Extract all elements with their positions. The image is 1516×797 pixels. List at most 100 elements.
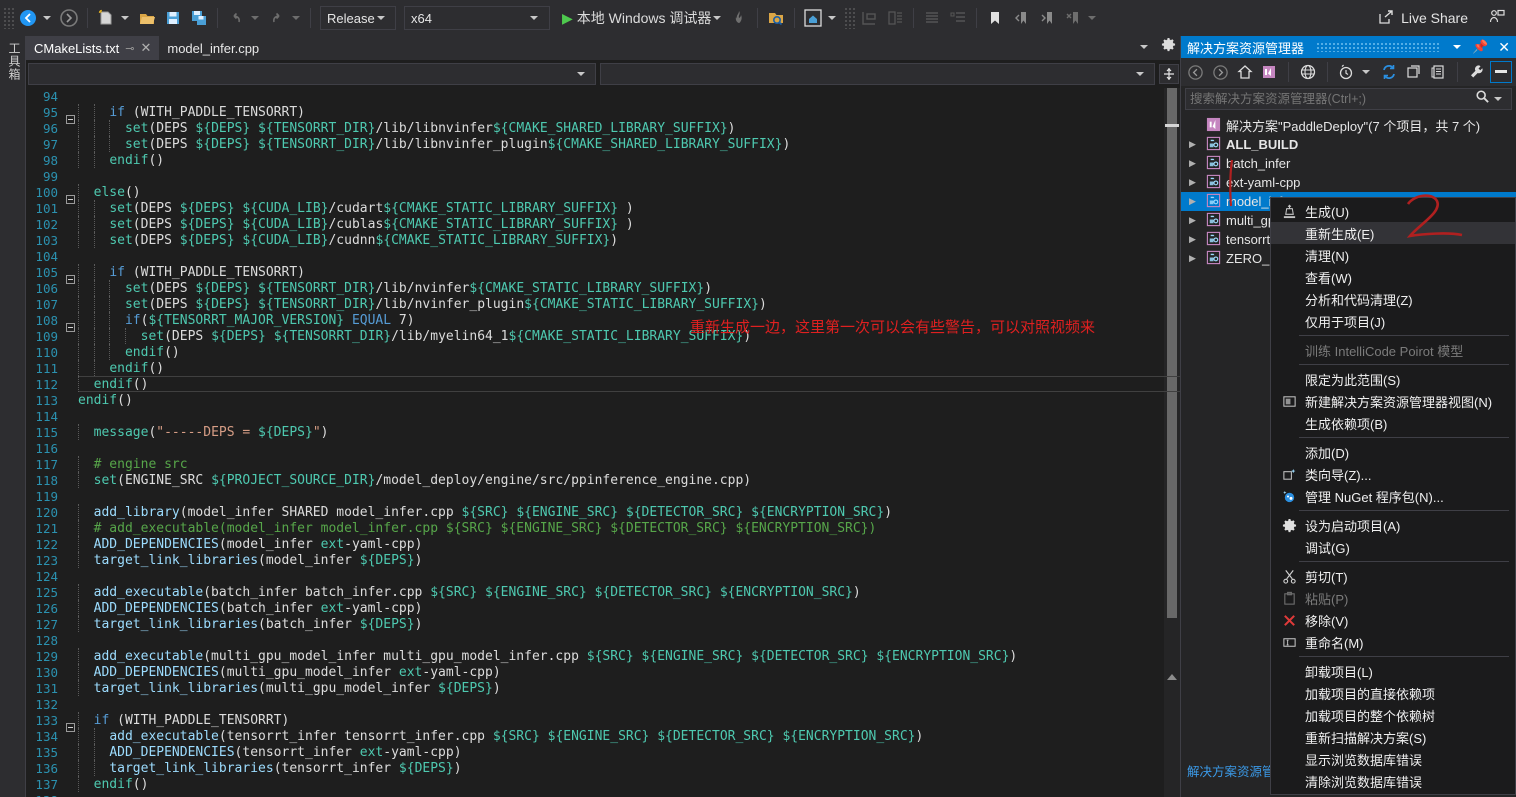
code-line[interactable]: 111 endif() [26,360,1180,376]
save-button[interactable] [160,5,186,31]
search-input[interactable] [1190,92,1448,106]
undo-button[interactable] [223,5,249,31]
code-line[interactable]: 119 [26,488,1180,504]
redo-button[interactable] [264,5,290,31]
context-menu-item[interactable]: 查看(W) [1271,266,1515,288]
properties-wrench-icon[interactable] [1466,61,1488,83]
context-menu-item[interactable]: 移除(V) [1271,609,1515,631]
back-icon[interactable] [1185,61,1207,83]
code-line[interactable]: 128 [26,632,1180,648]
feedback-icon[interactable] [1488,8,1506,29]
code-line[interactable]: 96 set(DEPS ${DEPS} ${TENSORRT_DIR}/lib/… [26,120,1180,136]
active-files-dropdown-icon[interactable] [1140,45,1148,49]
code-line[interactable]: 117 # engine src [26,456,1180,472]
refresh-icon[interactable] [1378,61,1400,83]
navigate-backward-dropdown-icon[interactable] [43,16,51,20]
gear-icon[interactable] [1161,37,1176,57]
context-menu-item[interactable]: 设为启动项目(A) [1271,514,1515,536]
forward-icon[interactable] [1210,61,1232,83]
code-line[interactable]: 115 message("-----DEPS = ${DEPS}") [26,424,1180,440]
pending-changes-icon[interactable] [1336,61,1358,83]
search-icon[interactable] [1475,89,1490,109]
collapse-icon[interactable] [66,195,75,204]
context-menu-item[interactable]: 清理(N) [1271,244,1515,266]
code-line[interactable]: 122 ADD_DEPENDENCIES(model_infer ext-yam… [26,536,1180,552]
collapse-icon[interactable] [66,115,75,124]
editor-tab-model-infer[interactable]: model_infer.cpp [159,36,267,60]
code-editor-surface[interactable]: 94 95 if (WITH_PADDLE_TENSORRT) 96 set(DEP… [26,88,1180,797]
hot-reload-icon[interactable] [726,5,752,31]
code-line[interactable]: 100 else() [26,184,1180,204]
context-menu-item[interactable]: 添加(D) [1271,441,1515,463]
code-line[interactable]: 136 target_link_libraries(tensorrt_infer… [26,760,1180,776]
code-line[interactable]: 130 ADD_DEPENDENCIES(multi_gpu_model_inf… [26,664,1180,680]
home-icon[interactable] [1234,61,1256,83]
expander-icon[interactable]: ▶ [1189,139,1201,150]
expander-icon[interactable]: ▶ [1189,177,1201,188]
solution-configuration-combo[interactable]: Release [320,6,396,30]
chevron-down-icon[interactable] [1494,97,1502,101]
code-line[interactable]: 125 add_executable(batch_infer batch_inf… [26,584,1180,600]
code-line[interactable]: 129 add_executable(multi_gpu_model_infer… [26,648,1180,664]
expander-icon[interactable]: ▶ [1189,215,1201,226]
code-line[interactable]: 103 set(DEPS ${DEPS} ${CUDA_LIB}/cudnn${… [26,232,1180,248]
clear-bookmarks-icon[interactable] [1060,5,1086,31]
chevron-down-icon[interactable] [1362,70,1371,74]
code-line[interactable]: 133 if (WITH_PADDLE_TENSORRT) [26,712,1180,732]
collapse-icon[interactable] [66,275,75,284]
start-debug-button[interactable]: ▶ 本地 Windows 调试器 [562,8,711,28]
context-menu-item[interactable]: 类向导(Z)... [1271,463,1515,485]
code-line[interactable]: 97 set(DEPS ${DEPS} ${TENSORRT_DIR}/lib/… [26,136,1180,152]
context-menu-item[interactable]: 生成(U) [1271,200,1515,222]
show-all-files-icon[interactable] [1297,61,1319,83]
redo-dropdown-icon[interactable] [292,16,300,20]
scrollbar-thumb[interactable] [1167,88,1177,618]
solution-view-icon[interactable] [1259,61,1281,83]
code-line[interactable]: 116 [26,440,1180,456]
navigate-backward-button[interactable] [15,5,41,31]
code-line[interactable]: 114 [26,408,1180,424]
solution-explorer-item-all-build[interactable]: ▶ ALL_BUILD [1181,135,1516,154]
context-menu-item[interactable]: 仅用于项目(J) [1271,310,1515,332]
code-line[interactable]: 126 ADD_DEPENDENCIES(batch_infer ext-yam… [26,600,1180,616]
context-menu-item[interactable]: 调试(G) [1271,536,1515,558]
code-line[interactable]: 98 endif() [26,152,1180,168]
code-line[interactable]: 124 [26,568,1180,584]
code-line[interactable]: 135 ADD_DEPENDENCIES(tensorrt_infer ext-… [26,744,1180,760]
context-menu-item[interactable]: 管理 NuGet 程序包(N)... [1271,485,1515,507]
code-line[interactable]: 102 set(DEPS ${DEPS} ${CUDA_LIB}/cublas$… [26,216,1180,232]
code-line[interactable]: 120 add_library(model_infer SHARED model… [26,504,1180,520]
search-folder-icon[interactable] [763,5,789,31]
collapse-icon[interactable] [66,723,75,732]
context-menu-item[interactable]: 加载项目的整个依赖树 [1271,704,1515,726]
collapse-all-icon[interactable] [1403,61,1425,83]
context-menu-item[interactable]: 重新生成(E) [1271,222,1515,244]
code-line[interactable]: 99 [26,168,1180,184]
context-menu-item[interactable]: 新建解决方案资源管理器视图(N) [1271,390,1515,412]
code-line[interactable]: 106 set(DEPS ${DEPS} ${TENSORRT_DIR}/lib… [26,280,1180,296]
solution-platform-combo[interactable]: x64 [404,6,550,30]
undo-dropdown-icon[interactable] [251,16,259,20]
context-menu-item[interactable]: 重新扫描解决方案(S) [1271,726,1515,748]
code-line[interactable]: 127 target_link_libraries(batch_infer ${… [26,616,1180,632]
toolbar-grip[interactable] [3,7,15,29]
close-icon[interactable]: ✕ [1498,39,1510,56]
solution-explorer-item-ext-yaml-cpp[interactable]: ▶ ext-yaml-cpp [1181,173,1516,192]
open-file-button[interactable] [134,5,160,31]
context-menu-item[interactable]: 剪切(T) [1271,565,1515,587]
collapse-icon[interactable] [66,323,75,332]
toolbar-overflow-icon[interactable] [1088,16,1097,20]
project-context-menu[interactable]: 生成(U) 重新生成(E) 清理(N) 查看(W) 分析和代码清理(Z) 仅用于项目(J)… [1270,197,1516,795]
toolbar-grip[interactable] [844,7,857,29]
editor-tab-cmakelists[interactable]: CMakeLists.txt ⊸ ✕ [26,36,160,60]
code-line[interactable]: 110 endif() [26,344,1180,360]
code-line[interactable]: 118 set(ENGINE_SRC ${PROJECT_SOURCE_DIR}… [26,472,1180,488]
editor-vertical-scrollbar[interactable] [1164,88,1180,797]
navigate-forward-button[interactable] [56,5,82,31]
show-properties-icon[interactable] [1427,61,1449,83]
context-menu-item[interactable]: 重命名(M) [1271,631,1515,653]
expander-icon[interactable]: ▶ [1189,196,1201,207]
new-item-dropdown-icon[interactable] [121,16,129,20]
code-line[interactable]: 134 add_executable(tensorrt_infer tensor… [26,728,1180,744]
code-line[interactable]: 137 endif() [26,776,1180,792]
